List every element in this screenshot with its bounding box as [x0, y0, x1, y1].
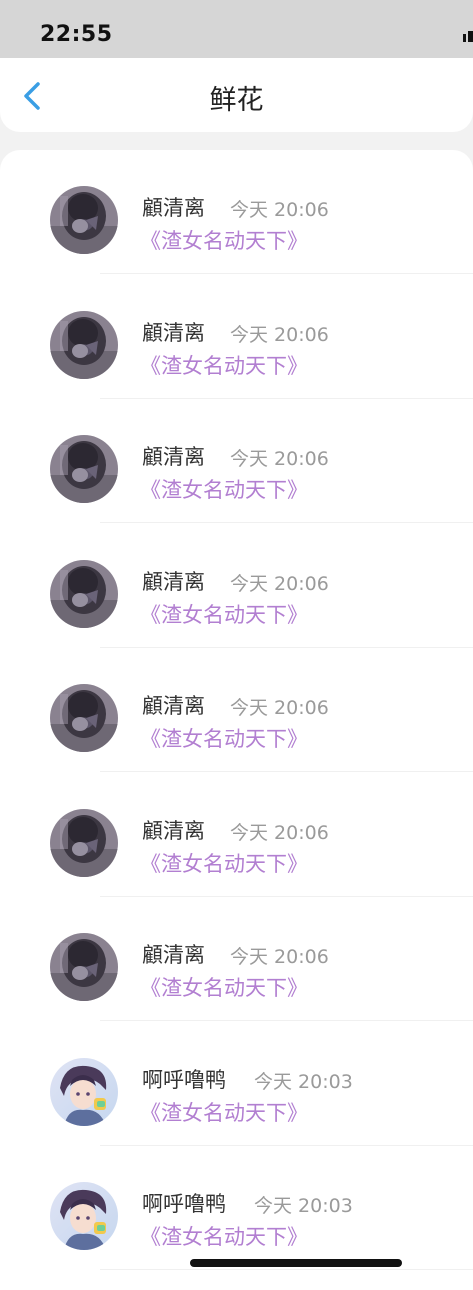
book-title-link[interactable]: 《渣女名动天下》	[140, 225, 308, 255]
flower-record-row[interactable]: 顧清离 今天 20:06 《渣女名动天下》	[0, 150, 473, 274]
flower-record-row[interactable]: 顧清离 今天 20:06 《渣女名动天下》	[0, 773, 473, 897]
timestamp: 今天 20:03	[254, 1070, 353, 1093]
avatar[interactable]	[50, 186, 118, 254]
user-name[interactable]: 顧清离	[142, 317, 205, 347]
user-name[interactable]: 顧清离	[142, 566, 205, 596]
timestamp: 今天 20:06	[230, 448, 329, 470]
avatar[interactable]	[50, 933, 118, 1001]
user-name[interactable]: 顧清离	[142, 690, 205, 720]
flower-record-row[interactable]: 顧清离 今天 20:06 《渣女名动天下》	[0, 275, 473, 399]
timestamp: 今天 20:06	[230, 697, 329, 719]
flower-record-row[interactable]: 啊呼噜鸭 今天 20:03 《渣女名动天下》	[0, 1146, 473, 1270]
battery-icon	[459, 30, 473, 44]
book-title-link[interactable]: 《渣女名动天下》	[140, 474, 308, 504]
book-title-link[interactable]: 《渣女名动天下》	[140, 599, 308, 629]
avatar[interactable]	[50, 559, 118, 628]
avatar[interactable]	[50, 310, 118, 379]
status-bar: 22:55	[0, 0, 473, 60]
avatar[interactable]	[50, 684, 118, 752]
user-name[interactable]: 啊呼噜鸭	[142, 1064, 226, 1094]
timestamp: 今天 20:06	[230, 821, 329, 844]
avatar[interactable]	[50, 435, 118, 503]
timestamp: 今天 20:06	[230, 323, 329, 346]
flower-record-row[interactable]: 顧清离 今天 20:06 《渣女名动天下》	[0, 524, 473, 648]
avatar[interactable]	[50, 1182, 118, 1250]
flower-record-row[interactable]: 顧清离 今天 20:06 《渣女名动天下》	[0, 648, 473, 772]
user-name[interactable]: 啊呼噜鸭	[142, 1188, 226, 1218]
flower-record-row[interactable]: 顧清离 今天 20:06 《渣女名动天下》	[0, 897, 473, 1021]
avatar[interactable]	[50, 808, 118, 877]
user-name[interactable]: 顧清离	[142, 441, 205, 471]
book-title-link[interactable]: 《渣女名动天下》	[140, 972, 308, 1002]
nav-bar: 鲜花	[0, 58, 473, 132]
timestamp: 今天 20:06	[230, 572, 329, 595]
home-indicator[interactable]	[190, 1259, 402, 1267]
avatar[interactable]	[50, 1057, 118, 1126]
row-divider	[100, 1269, 473, 1270]
user-name[interactable]: 顧清离	[142, 192, 205, 222]
book-title-link[interactable]: 《渣女名动天下》	[140, 723, 308, 753]
book-title-link[interactable]: 《渣女名动天下》	[140, 1221, 308, 1251]
user-name[interactable]: 顧清离	[142, 815, 205, 845]
flower-record-row[interactable]: 顧清离 今天 20:06 《渣女名动天下》	[0, 399, 473, 523]
timestamp: 今天 20:03	[254, 1195, 353, 1217]
flower-record-list: 顧清离 今天 20:06 《渣女名动天下》 顧清离 今天 20:06 《渣女名动天下》 顧清…	[0, 150, 473, 1290]
book-title-link[interactable]: 《渣女名动天下》	[140, 1097, 308, 1127]
timestamp: 今天 20:06	[230, 946, 329, 968]
flower-record-row[interactable]: 啊呼噜鸭 今天 20:03 《渣女名动天下》	[0, 1022, 473, 1146]
status-time: 22:55	[40, 22, 113, 47]
timestamp: 今天 20:06	[230, 199, 329, 221]
book-title-link[interactable]: 《渣女名动天下》	[140, 350, 308, 380]
user-name[interactable]: 顧清离	[142, 939, 205, 969]
book-title-link[interactable]: 《渣女名动天下》	[140, 848, 308, 878]
page-title: 鲜花	[209, 85, 264, 116]
